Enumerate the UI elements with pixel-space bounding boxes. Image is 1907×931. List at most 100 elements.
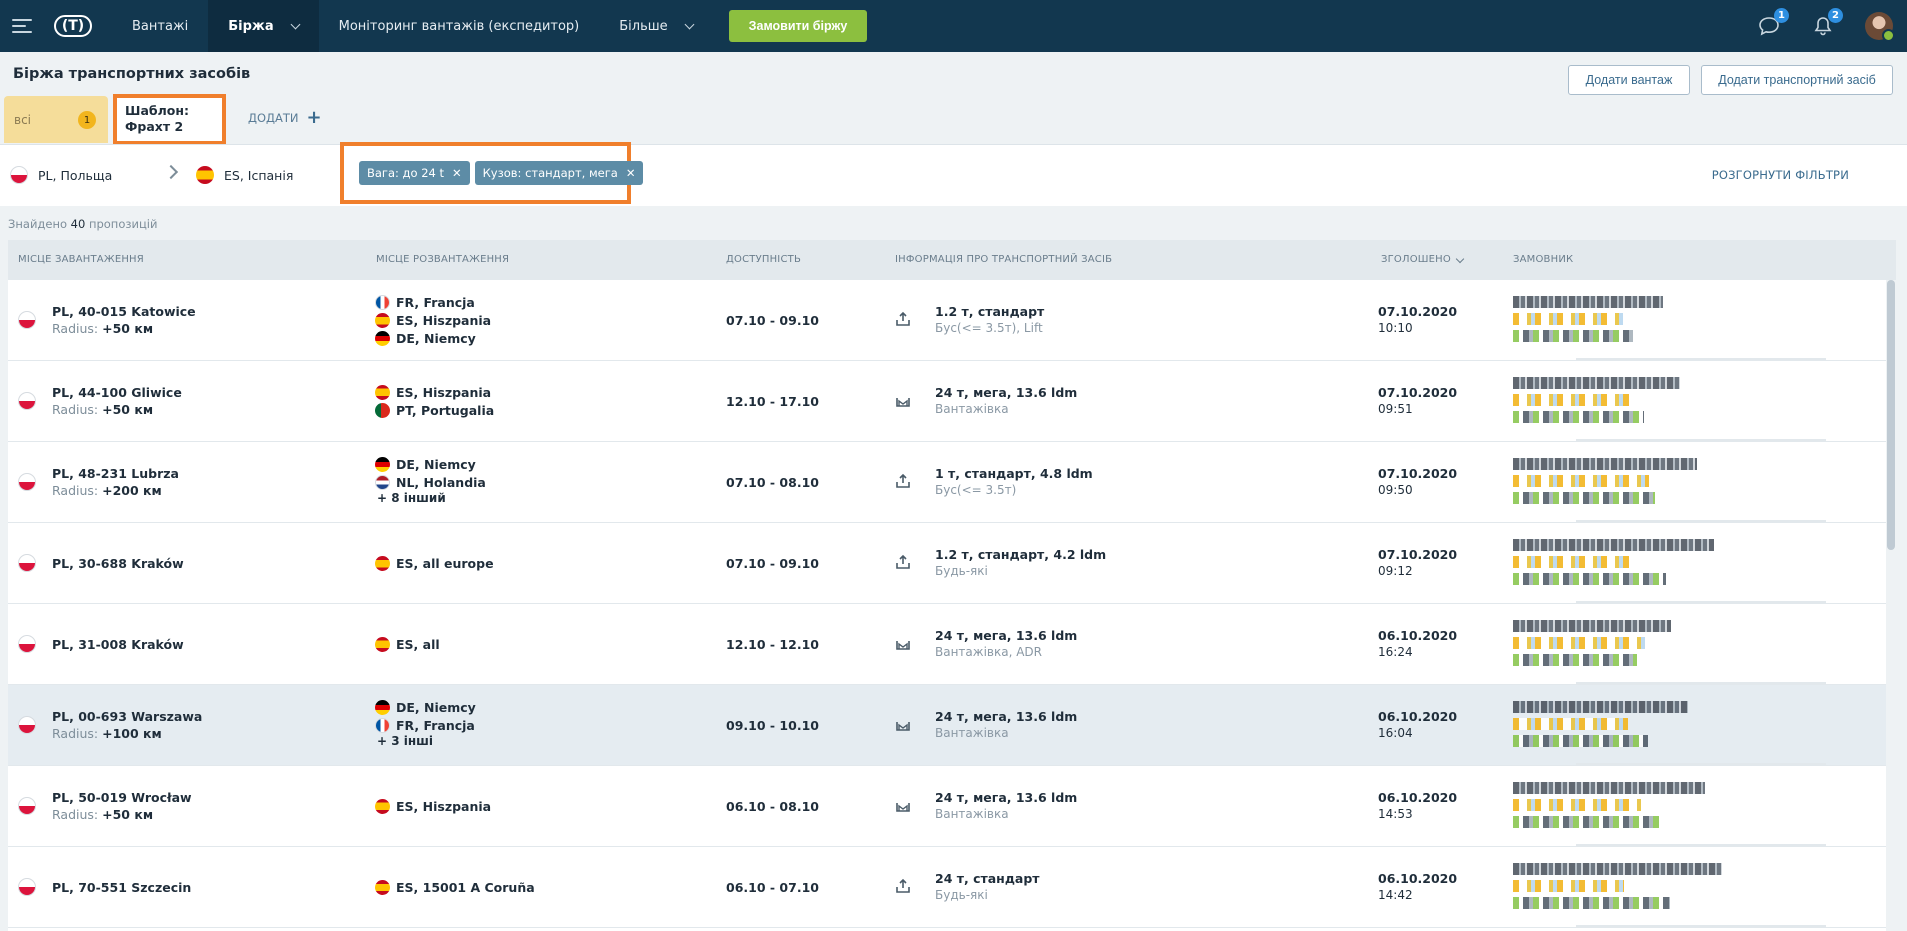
- unloading-destination: ES, all europe: [375, 554, 494, 572]
- radius-value: +50 км: [102, 321, 154, 336]
- add-vehicle-button[interactable]: Додати транспортний засіб: [1701, 65, 1893, 95]
- close-icon[interactable]: ✕: [626, 166, 636, 180]
- chevron-down-icon: [290, 19, 301, 29]
- chevron-down-icon: [684, 19, 695, 29]
- announced-day: 06.10.2020: [1378, 709, 1458, 724]
- loading-city: PL, 70-551 Szczecin: [52, 879, 192, 895]
- unloading-place: DE, Niemcy: [396, 330, 476, 346]
- customer-info-redacted[interactable]: [1513, 377, 1723, 428]
- availability: 12.10 - 12.10: [726, 636, 819, 652]
- customer-info-redacted[interactable]: [1513, 296, 1723, 347]
- route-from[interactable]: PL, Польща: [10, 166, 112, 184]
- redacted-contact: [1513, 330, 1633, 342]
- table-row[interactable]: PL, 00-693 Warszawa Radius: +100 км DE, Ni…: [8, 685, 1896, 766]
- column-header-customer[interactable]: Замовник: [1513, 254, 1573, 265]
- redacted-company: [1513, 863, 1722, 875]
- customer-info-redacted[interactable]: [1513, 458, 1723, 509]
- column-header-unloading[interactable]: Місце розвантаження: [376, 254, 509, 265]
- results-count: Знайдено 40 пропозицій: [8, 217, 157, 231]
- radius-label: Radius:: [52, 483, 99, 498]
- announced-time: 10:10: [1378, 321, 1413, 335]
- radius-value: +200 км: [102, 483, 162, 498]
- flag-es-icon: [375, 555, 390, 571]
- announced-day: 07.10.2020: [1378, 466, 1458, 481]
- unloading-place: DE, Niemcy: [396, 456, 476, 472]
- user-avatar[interactable]: [1865, 12, 1895, 42]
- nav-item-monitoring[interactable]: Моніторинг вантажів (експедитор): [319, 0, 600, 52]
- add-cargo-button[interactable]: Додати вантаж: [1568, 65, 1690, 95]
- messages-icon[interactable]: 1: [1757, 8, 1789, 38]
- announced-time: 16:24: [1378, 645, 1413, 659]
- unloading-places: DE, Niemcy FR, Francja + 3 інші: [375, 685, 476, 765]
- messages-badge: 1: [1774, 8, 1789, 23]
- flag-pl-icon: [18, 635, 36, 653]
- nav-item-cargo[interactable]: Вантажі: [112, 0, 208, 52]
- column-header-vehicle[interactable]: Інформація про транспортний засіб: [895, 254, 1112, 265]
- column-header-loading[interactable]: Місце завантаження: [18, 254, 144, 265]
- tab-all[interactable]: всі 1: [4, 96, 108, 143]
- truck-loading-icon: [896, 398, 910, 407]
- table-row[interactable]: PL, 50-019 Wrocław Radius: +50 км ES, Hisz…: [8, 766, 1896, 847]
- announced-time: 14:53: [1378, 807, 1413, 821]
- route-to-label: ES, Іспанія: [224, 167, 294, 183]
- redacted-contact: [1513, 492, 1655, 504]
- redacted-contact: [1513, 816, 1659, 828]
- scrollbar[interactable]: [1886, 280, 1896, 931]
- filter-chip-weight[interactable]: Вага: до 24 t ✕: [359, 161, 470, 185]
- menu-icon[interactable]: [12, 19, 32, 33]
- unloading-places: ES, all europe: [375, 523, 494, 603]
- table-row[interactable]: PL, 40-015 Katowice Radius: +50 км FR, Fra…: [8, 280, 1896, 361]
- customer-info-redacted[interactable]: [1513, 701, 1723, 752]
- redacted-contact: [1513, 897, 1670, 909]
- expand-filters-link[interactable]: РОЗГОРНУТИ ФІЛЬТРИ: [1712, 168, 1849, 182]
- sort-desc-icon: [1455, 254, 1465, 264]
- unloading-place: ES, all europe: [396, 555, 494, 571]
- table-row[interactable]: PL, 70-551 Szczecin ES, 15001 A Coruña 06.…: [8, 847, 1896, 928]
- redacted-rating: [1513, 394, 1636, 406]
- customer-info-redacted[interactable]: [1513, 539, 1723, 590]
- scrollbar-thumb[interactable]: [1887, 280, 1895, 550]
- vehicle-type: Бус(<= 3.5т): [935, 483, 1017, 497]
- logo[interactable]: (T): [54, 15, 92, 37]
- order-exchange-button[interactable]: Замовити біржу: [728, 10, 868, 42]
- more-destinations[interactable]: + 3 інші: [377, 734, 476, 752]
- unloading-places: ES, Hiszpania PT, Portugalia: [375, 361, 494, 441]
- nav-item-label: Більше: [619, 18, 668, 34]
- customer-info-redacted[interactable]: [1513, 863, 1723, 914]
- close-icon[interactable]: ✕: [452, 166, 462, 180]
- redacted-contact: [1513, 654, 1637, 666]
- loading-place: PL, 31-008 Kraków: [18, 604, 184, 684]
- redacted-rating: [1513, 556, 1632, 568]
- flag-pl-icon: [18, 392, 36, 410]
- van-loading-icon: [896, 554, 910, 569]
- nav-item-more[interactable]: Більше: [599, 0, 712, 52]
- redacted-company: [1513, 296, 1663, 308]
- table-row[interactable]: PL, 48-231 Lubrza Radius: +200 км DE, Niem…: [8, 442, 1896, 523]
- tab-template-freight[interactable]: Шаблон: Фрахт 2: [113, 94, 226, 145]
- nav-item-exchange[interactable]: Біржа: [208, 0, 319, 52]
- column-header-label: Зголошено: [1381, 254, 1451, 265]
- loading-city: PL, 31-008 Kraków: [52, 636, 184, 652]
- table-row[interactable]: PL, 31-008 Kraków ES, all 12.10 - 12.10 24 …: [8, 604, 1896, 685]
- add-template-button[interactable]: ДОДАТИ +: [248, 109, 322, 127]
- flag-pl-icon: [10, 166, 28, 184]
- more-destinations[interactable]: + 8 інший: [377, 491, 486, 509]
- unloading-destination: ES, all: [375, 635, 440, 653]
- announced-time: 09:51: [1378, 402, 1413, 416]
- van-loading-icon: [896, 878, 910, 893]
- radius: Radius: +100 км: [52, 725, 202, 742]
- customer-info-redacted[interactable]: [1513, 620, 1723, 671]
- column-header-announced[interactable]: Зголошено: [1381, 254, 1465, 265]
- redacted-contact: [1513, 735, 1648, 747]
- notifications-bell-icon[interactable]: 2: [1811, 8, 1843, 38]
- customer-info-redacted[interactable]: [1513, 782, 1723, 833]
- column-header-availability[interactable]: Доступність: [726, 254, 801, 265]
- route-to[interactable]: ES, Іспанія: [196, 166, 293, 184]
- redacted-company: [1513, 377, 1680, 389]
- flag-es-icon: [375, 798, 390, 814]
- table-row[interactable]: PL, 30-688 Kraków ES, all europe 07.10 - 0…: [8, 523, 1896, 604]
- unloading-places: ES, all: [375, 604, 440, 684]
- table-row[interactable]: PL, 44-100 Gliwice Radius: +50 км ES, Hisz…: [8, 361, 1896, 442]
- flag-es-icon: [375, 312, 390, 328]
- filter-chip-body[interactable]: Кузов: стандарт, мега ✕: [474, 161, 644, 185]
